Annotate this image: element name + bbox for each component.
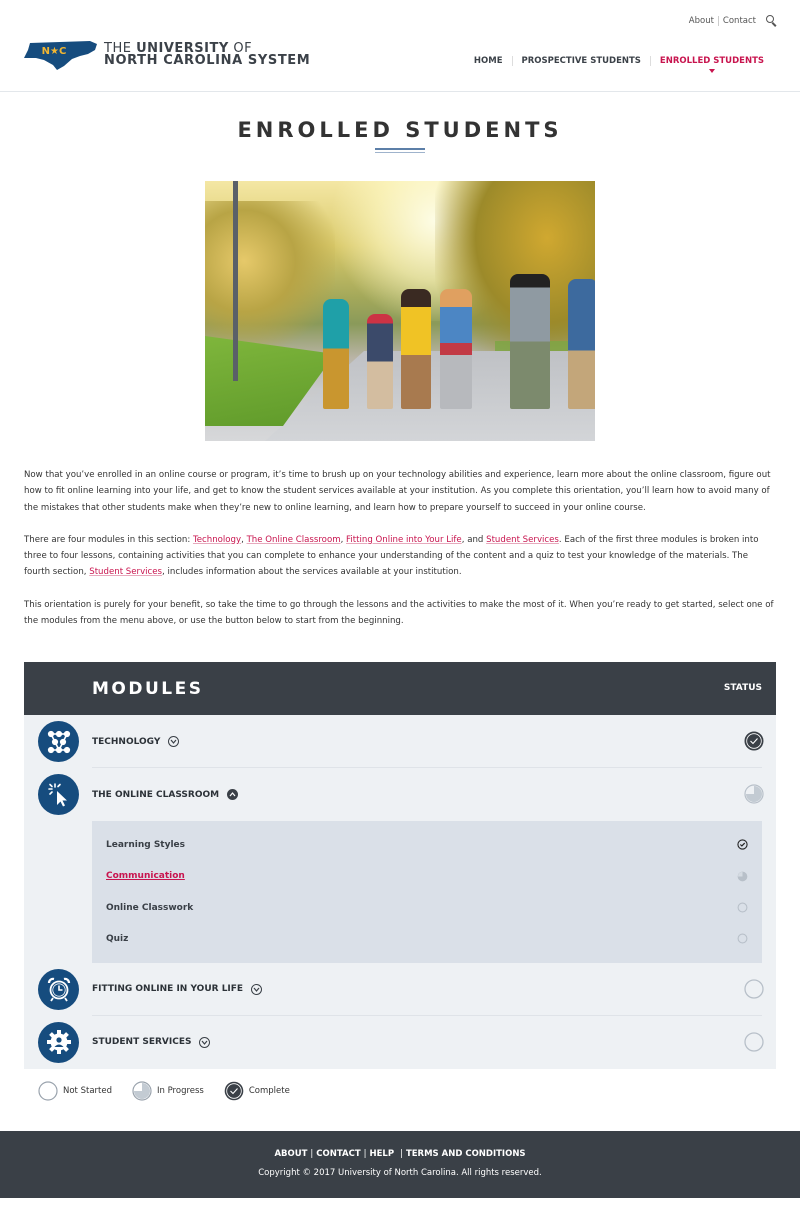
intro-text: Now that you’ve enrolled in an online co… xyxy=(0,467,800,629)
lesson-item-communication[interactable]: Communication xyxy=(92,861,762,892)
footer-links: ABOUT | CONTACT | HELP | TERMS AND CONDITIONS xyxy=(274,1148,526,1159)
module-label: STUDENT SERVICES xyxy=(92,1037,192,1048)
module-row-student-services[interactable]: STUDENT SERVICES xyxy=(24,1016,776,1069)
status-legend: Not Started In Progress Complete xyxy=(38,1080,762,1101)
status-not-started-icon xyxy=(744,978,764,999)
cursor-click-icon xyxy=(38,774,79,816)
unc-system-logo[interactable]: N★C THE UNIVERSITY OF NORTH CAROLINA SYS… xyxy=(24,40,310,70)
legend-label: In Progress xyxy=(156,1085,204,1096)
status-in-progress-icon xyxy=(737,871,748,882)
nav-separator xyxy=(649,56,651,66)
lesson-link-current[interactable]: Communication xyxy=(106,871,185,881)
hero-image xyxy=(205,181,595,441)
nc-state-shape-icon: N★C xyxy=(24,40,98,70)
link-fitting-online[interactable]: Fitting Online into Your Life xyxy=(346,535,462,545)
page-title: ENROLLED STUDENTS xyxy=(237,118,563,142)
logo-line2: NORTH CAROLINA SYSTEM xyxy=(104,53,311,68)
status-column-header: STATUS xyxy=(723,683,762,694)
main-nav: HOME PROSPECTIVE STUDENTS ENROLLED STUDE… xyxy=(474,56,764,73)
gear-person-icon xyxy=(38,1021,79,1063)
active-caret-icon xyxy=(708,69,715,73)
footer-link-help[interactable]: HELP xyxy=(370,1149,395,1159)
site-header: About Contact N★C THE UNIVERSITY OF NORT… xyxy=(0,0,800,92)
modules-header: MODULES STATUS xyxy=(24,662,776,716)
utility-link-contact[interactable]: Contact xyxy=(723,16,756,26)
status-in-progress-icon xyxy=(132,1080,152,1101)
utility-links: About Contact xyxy=(689,15,778,27)
expand-chevron-icon[interactable] xyxy=(199,1036,211,1048)
modules-panel: MODULES STATUS TECHNOLOGY THE ONLINE CLA… xyxy=(24,662,776,1069)
utility-link-about[interactable]: About xyxy=(689,16,714,26)
legend-not-started: Not Started xyxy=(38,1080,112,1101)
intro-paragraph-1: Now that you’ve enrolled in an online co… xyxy=(24,470,771,513)
lesson-item-learning-styles[interactable]: Learning Styles xyxy=(92,829,762,860)
lesson-list: Learning Styles Communication Online Cla… xyxy=(92,821,762,963)
title-underline xyxy=(375,148,425,153)
expand-chevron-icon[interactable] xyxy=(251,983,263,995)
legend-label: Not Started xyxy=(63,1085,112,1096)
nav-home[interactable]: HOME xyxy=(474,56,503,66)
module-label: FITTING ONLINE IN YOUR LIFE xyxy=(92,984,244,995)
module-row-technology[interactable]: TECHNOLOGY xyxy=(24,715,776,769)
status-not-started-icon xyxy=(737,902,748,913)
legend-label: Complete xyxy=(248,1085,290,1096)
nav-enrolled-students[interactable]: ENROLLED STUDENTS xyxy=(659,56,764,73)
status-complete-icon xyxy=(744,731,764,751)
nav-enrolled-students-label: ENROLLED STUDENTS xyxy=(659,56,764,66)
link-online-classroom[interactable]: The Online Classroom xyxy=(247,535,341,545)
status-in-progress-icon xyxy=(744,784,764,804)
copyright: Copyright © 2017 University of North Car… xyxy=(258,1167,542,1178)
utility-separator xyxy=(717,16,719,26)
status-not-started-icon xyxy=(737,933,748,944)
intro-paragraph-2: There are four modules in this section: … xyxy=(24,534,759,578)
expand-chevron-icon[interactable] xyxy=(168,736,180,748)
footer-link-contact[interactable]: CONTACT xyxy=(316,1149,360,1159)
module-label: THE ONLINE CLASSROOM xyxy=(92,789,220,800)
footer-link-about[interactable]: ABOUT xyxy=(274,1149,307,1159)
legend-complete: Complete xyxy=(224,1081,290,1101)
lesson-label: Quiz xyxy=(106,933,129,944)
modules-title: MODULES xyxy=(92,679,204,700)
module-row-fitting-online[interactable]: FITTING ONLINE IN YOUR LIFE xyxy=(24,963,776,1016)
legend-in-progress: In Progress xyxy=(132,1080,204,1101)
nav-separator xyxy=(511,56,513,66)
logo-wordmark: THE UNIVERSITY OF NORTH CAROLINA SYSTEM xyxy=(104,42,311,68)
status-complete-icon xyxy=(737,839,748,851)
link-student-services[interactable]: Student Services xyxy=(486,535,559,545)
module-label: TECHNOLOGY xyxy=(92,736,161,747)
link-technology[interactable]: Technology xyxy=(193,535,241,545)
logo-state-initials: N★C xyxy=(42,46,67,57)
collapse-chevron-icon[interactable] xyxy=(227,789,239,801)
status-not-started-icon xyxy=(744,1031,764,1052)
intro-paragraph-3: This orientation is purely for your bene… xyxy=(24,599,774,627)
footer-link-terms[interactable]: TERMS AND CONDITIONS xyxy=(406,1149,526,1159)
site-footer: ABOUT | CONTACT | HELP | TERMS AND CONDITIONS… xyxy=(0,1130,800,1198)
lesson-label: Online Classwork xyxy=(106,902,194,913)
lesson-item-online-classwork[interactable]: Online Classwork xyxy=(92,892,762,923)
alarm-clock-icon xyxy=(38,968,79,1010)
nav-prospective-students[interactable]: PROSPECTIVE STUDENTS xyxy=(522,56,641,66)
lesson-item-quiz[interactable]: Quiz xyxy=(92,923,762,954)
search-icon[interactable] xyxy=(766,15,778,27)
module-row-online-classroom[interactable]: THE ONLINE CLASSROOM xyxy=(24,768,776,821)
lesson-label: Learning Styles xyxy=(106,840,186,851)
network-nodes-icon xyxy=(38,721,79,763)
link-student-services-2[interactable]: Student Services xyxy=(89,567,162,577)
status-complete-icon xyxy=(224,1081,244,1100)
status-not-started-icon xyxy=(38,1080,58,1101)
